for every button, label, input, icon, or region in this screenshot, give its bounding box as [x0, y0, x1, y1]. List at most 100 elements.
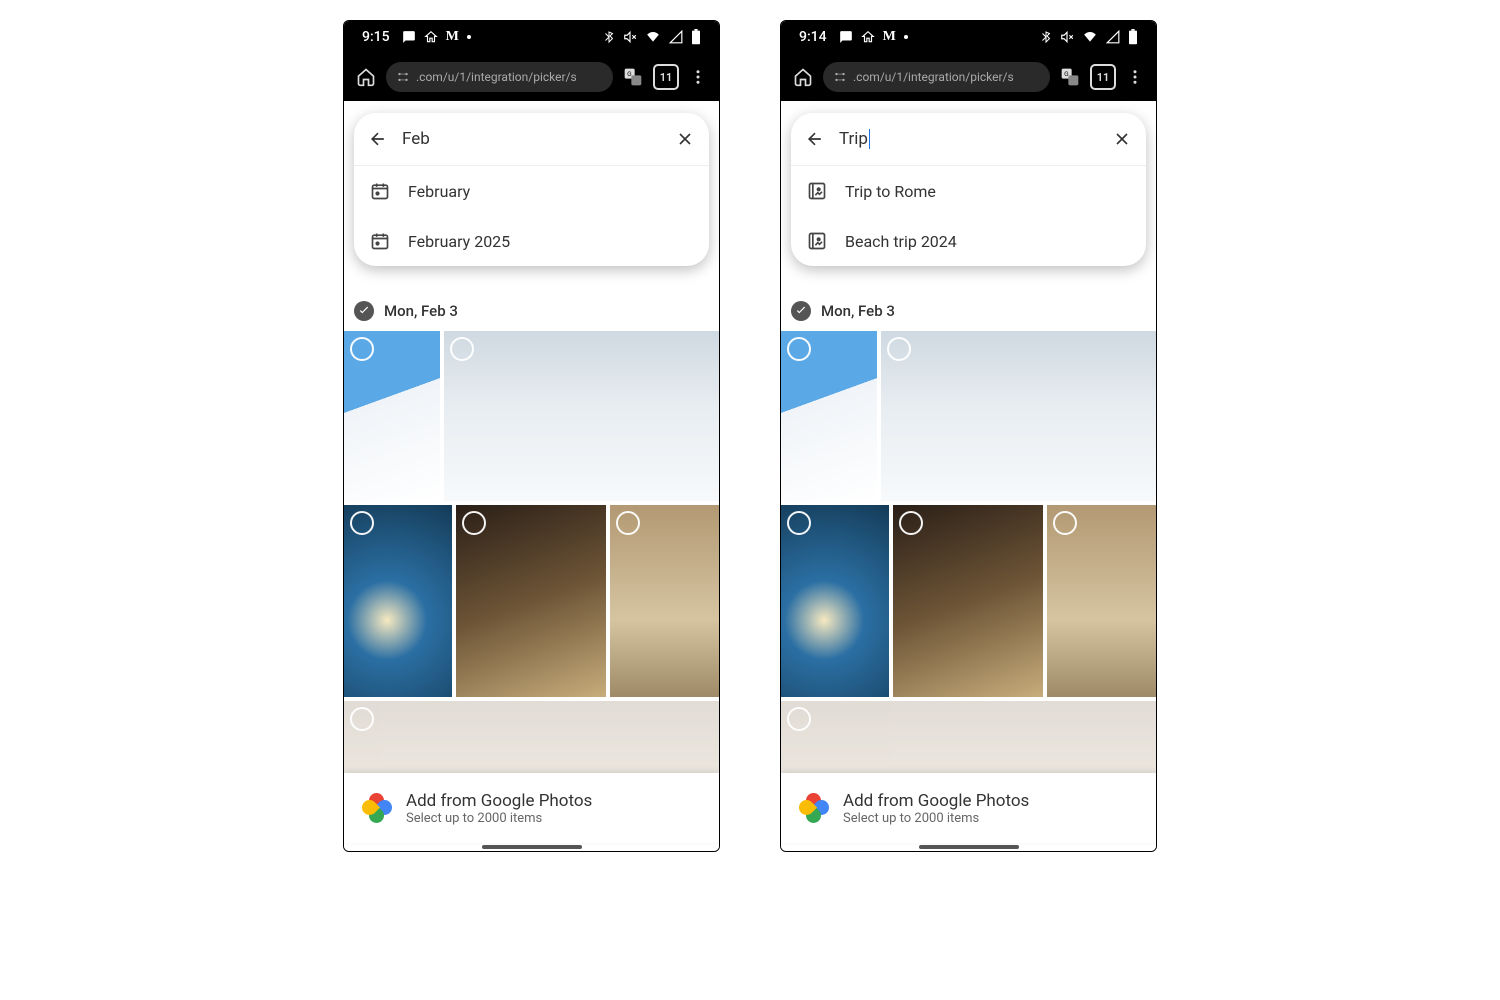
date-header-label: Mon, Feb 3	[384, 302, 458, 320]
browser-bar: .com/u/1/integration/picker/s G 11	[344, 53, 719, 101]
url-text: .com/u/1/integration/picker/s	[416, 70, 577, 84]
search-suggestion[interactable]: February	[354, 166, 709, 216]
browser-bar: .com/u/1/integration/picker/s G 11	[781, 53, 1156, 101]
wifi-icon	[645, 30, 661, 44]
suggestion-label: Trip to Rome	[845, 182, 936, 201]
photo-picker-content: Mon, Feb 3 Feb Feb	[344, 101, 719, 851]
home-icon	[424, 30, 438, 44]
menu-icon[interactable]	[689, 68, 707, 86]
bluetooth-icon	[1040, 30, 1052, 44]
search-suggestion[interactable]: February 2025	[354, 216, 709, 266]
clear-icon[interactable]	[675, 129, 695, 149]
banner-subtitle: Select up to 2000 items	[406, 811, 592, 826]
svg-text:G: G	[1064, 70, 1069, 78]
date-header[interactable]: Mon, Feb 3	[354, 301, 458, 321]
clear-icon[interactable]	[1112, 129, 1132, 149]
url-bar[interactable]: .com/u/1/integration/picker/s	[386, 62, 613, 92]
photo-thumb[interactable]	[1047, 505, 1156, 697]
home-button-icon[interactable]	[356, 67, 376, 87]
album-icon	[807, 181, 827, 201]
date-header-label: Mon, Feb 3	[821, 302, 895, 320]
signal-icon	[1106, 30, 1120, 44]
bluetooth-icon	[603, 30, 615, 44]
select-circle-icon[interactable]	[887, 337, 911, 361]
select-circle-icon[interactable]	[462, 511, 486, 535]
select-circle-icon[interactable]	[350, 707, 374, 731]
translate-icon[interactable]: G	[623, 67, 643, 87]
photo-thumb[interactable]	[344, 505, 452, 697]
photo-thumb[interactable]	[781, 505, 889, 697]
select-circle-icon[interactable]	[350, 511, 374, 535]
search-input[interactable]: Trip	[839, 129, 1098, 150]
search-input[interactable]: Feb	[402, 129, 661, 149]
select-circle-icon[interactable]	[787, 337, 811, 361]
google-photos-icon	[362, 793, 392, 823]
photo-thumb[interactable]	[610, 505, 719, 697]
signal-icon	[669, 30, 683, 44]
date-header[interactable]: Mon, Feb 3	[791, 301, 895, 321]
photo-thumb[interactable]	[881, 331, 1156, 501]
photo-thumb[interactable]	[344, 331, 440, 501]
photo-thumb[interactable]	[781, 331, 877, 501]
chat-icon	[839, 30, 853, 44]
phone-right: 9:14 M .com/u/1/integration/picker/s G 1…	[780, 20, 1157, 852]
phone-left: 9:15 M .com/u/1/integration/picker/s G 1…	[343, 20, 720, 852]
photo-grid	[344, 331, 719, 825]
search-card: Feb February February 2025	[354, 113, 709, 266]
suggestion-label: February 2025	[408, 232, 510, 251]
calendar-icon	[370, 181, 390, 201]
translate-icon[interactable]: G	[1060, 67, 1080, 87]
search-suggestion[interactable]: Beach trip 2024	[791, 216, 1146, 266]
suggestion-label: February	[408, 182, 470, 201]
select-circle-icon[interactable]	[787, 707, 811, 731]
bottom-banner[interactable]: Add from Google Photos Select up to 2000…	[344, 773, 719, 843]
home-button-icon[interactable]	[793, 67, 813, 87]
calendar-icon	[370, 231, 390, 251]
select-circle-icon[interactable]	[899, 511, 923, 535]
photo-grid	[781, 331, 1156, 825]
back-icon[interactable]	[368, 129, 388, 149]
home-indicator[interactable]	[482, 845, 582, 849]
svg-text:G: G	[627, 70, 632, 78]
banner-title: Add from Google Photos	[406, 791, 592, 811]
banner-subtitle: Select up to 2000 items	[843, 811, 1029, 826]
google-photos-icon	[799, 793, 829, 823]
select-all-day-icon[interactable]	[791, 301, 811, 321]
status-time: 9:14	[799, 29, 827, 45]
url-bar[interactable]: .com/u/1/integration/picker/s	[823, 62, 1050, 92]
url-text: .com/u/1/integration/picker/s	[853, 70, 1014, 84]
photo-thumb[interactable]	[893, 505, 1043, 697]
select-circle-icon[interactable]	[787, 511, 811, 535]
search-card: Trip Trip to Rome Beach trip 2024	[791, 113, 1146, 266]
gmail-icon: M	[446, 29, 459, 45]
status-bar: 9:15 M	[344, 21, 719, 53]
more-notifications-dot	[467, 35, 471, 39]
mute-icon	[623, 30, 637, 44]
home-icon	[861, 30, 875, 44]
status-bar: 9:14 M	[781, 21, 1156, 53]
site-settings-icon	[833, 70, 847, 84]
tab-count[interactable]: 11	[653, 64, 679, 90]
banner-title: Add from Google Photos	[843, 791, 1029, 811]
select-circle-icon[interactable]	[350, 337, 374, 361]
status-time: 9:15	[362, 29, 390, 45]
search-suggestion[interactable]: Trip to Rome	[791, 166, 1146, 216]
bottom-banner[interactable]: Add from Google Photos Select up to 2000…	[781, 773, 1156, 843]
site-settings-icon	[396, 70, 410, 84]
select-circle-icon[interactable]	[1053, 511, 1077, 535]
select-all-day-icon[interactable]	[354, 301, 374, 321]
album-icon	[807, 231, 827, 251]
home-indicator[interactable]	[919, 845, 1019, 849]
select-circle-icon[interactable]	[616, 511, 640, 535]
tab-count[interactable]: 11	[1090, 64, 1116, 90]
select-circle-icon[interactable]	[450, 337, 474, 361]
back-icon[interactable]	[805, 129, 825, 149]
mute-icon	[1060, 30, 1074, 44]
gmail-icon: M	[883, 29, 896, 45]
photo-thumb[interactable]	[444, 331, 719, 501]
photo-thumb[interactable]	[456, 505, 606, 697]
wifi-icon	[1082, 30, 1098, 44]
menu-icon[interactable]	[1126, 68, 1144, 86]
more-notifications-dot	[904, 35, 908, 39]
suggestion-label: Beach trip 2024	[845, 232, 957, 251]
